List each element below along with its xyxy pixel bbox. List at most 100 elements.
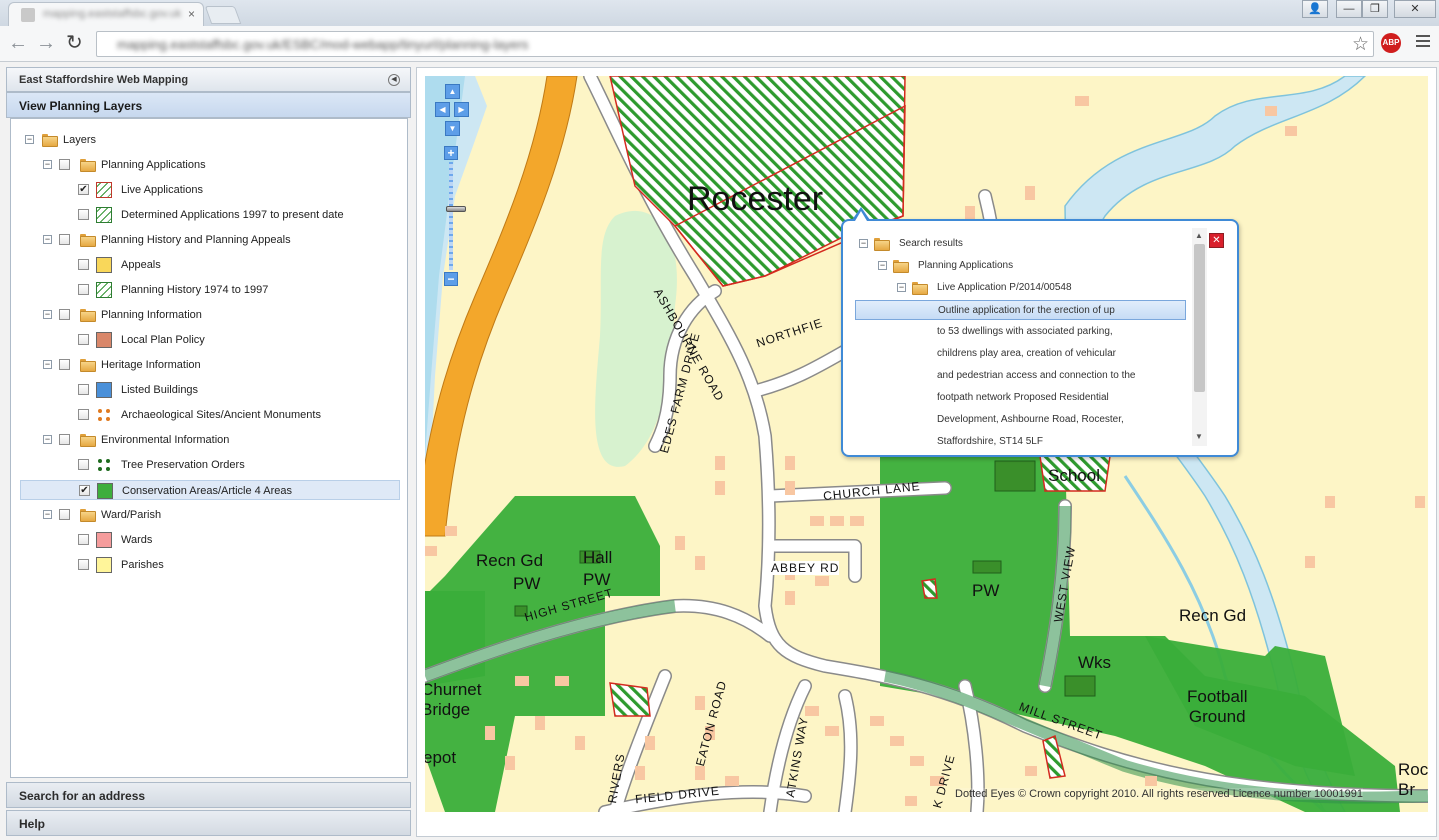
- collapse-toggle-icon[interactable]: −: [43, 435, 52, 444]
- layer-checkbox[interactable]: [78, 209, 89, 220]
- tree-layer-item[interactable]: Listed Buildings: [11, 380, 391, 400]
- tree-layer-item[interactable]: ✔ Live Applications: [11, 180, 391, 200]
- layer-checkbox[interactable]: [78, 259, 89, 270]
- popup-row-label: and pedestrian access and connection to …: [937, 370, 1136, 381]
- collapse-toggle-icon[interactable]: −: [43, 360, 52, 369]
- group-checkbox[interactable]: [59, 309, 70, 320]
- tree-layer-item[interactable]: Parishes: [11, 555, 391, 575]
- tree-layer-item[interactable]: Planning History 1974 to 1997: [11, 280, 391, 300]
- group-checkbox[interactable]: [59, 509, 70, 520]
- group-checkbox[interactable]: [59, 359, 70, 370]
- popup-row-label: Staffordshire, ST14 5LF: [937, 436, 1043, 447]
- forward-icon[interactable]: →: [36, 32, 56, 54]
- layer-checkbox[interactable]: [78, 409, 89, 420]
- collapse-toggle-icon[interactable]: −: [43, 310, 52, 319]
- tree-group-label: Planning Applications: [101, 159, 206, 171]
- user-icon[interactable]: 👤: [1302, 0, 1328, 18]
- tree-group[interactable]: − Planning Information: [11, 305, 391, 325]
- map-label-recn-gd-1: Recn Gd: [476, 551, 544, 570]
- url-text: mapping.eaststaffsbc.gov.uk/ESBC/mod-web…: [117, 37, 529, 52]
- bookmark-star-icon[interactable]: ☆: [1352, 33, 1369, 56]
- new-tab-button[interactable]: [204, 6, 242, 24]
- scroll-up-icon[interactable]: ▲: [1195, 231, 1203, 240]
- tree-layer-item[interactable]: Determined Applications 1997 to present …: [11, 205, 391, 225]
- popup-close-icon[interactable]: ✕: [1209, 233, 1224, 248]
- popup-description-line[interactable]: Outline application for the erection of …: [855, 300, 1186, 320]
- map-label-abbey-rd: ABBEY RD: [771, 561, 840, 575]
- folder-open-icon: [80, 234, 96, 247]
- pan-up-icon[interactable]: ▲: [445, 84, 460, 99]
- tree-layer-label: Tree Preservation Orders: [121, 459, 245, 471]
- pan-down-icon[interactable]: ▼: [445, 121, 460, 136]
- zoom-out-icon[interactable]: −: [444, 272, 458, 286]
- tree-layer-item[interactable]: Local Plan Policy: [11, 330, 391, 350]
- map-label-recn-gd-2: Recn Gd: [1179, 606, 1247, 625]
- layer-checkbox[interactable]: [78, 384, 89, 395]
- layer-checkbox[interactable]: [78, 284, 89, 295]
- collapse-toggle-icon[interactable]: −: [859, 239, 868, 248]
- app-title: East Staffordshire Web Mapping ◀: [6, 67, 411, 92]
- tree-layer-label: Determined Applications 1997 to present …: [121, 209, 344, 221]
- folder-open-icon: [912, 282, 928, 295]
- collapse-panel-icon[interactable]: ◀: [388, 74, 400, 86]
- popup-row-label: Development, Ashbourne Road, Rocester,: [937, 414, 1124, 425]
- tree-group[interactable]: − Planning Applications: [11, 155, 391, 175]
- pan-right-icon[interactable]: ▶: [454, 102, 469, 117]
- group-checkbox[interactable]: [59, 234, 70, 245]
- pan-left-icon[interactable]: ◀: [435, 102, 450, 117]
- tree-group[interactable]: − Planning History and Planning Appeals: [11, 230, 391, 250]
- collapse-toggle-icon[interactable]: −: [43, 235, 52, 244]
- layer-checkbox[interactable]: [78, 534, 89, 545]
- close-window-button[interactable]: ✕: [1394, 0, 1436, 18]
- accordion-help[interactable]: Help: [6, 810, 411, 836]
- tree-group[interactable]: − Environmental Information: [11, 430, 391, 450]
- zoom-slider-handle[interactable]: [446, 206, 466, 212]
- group-checkbox[interactable]: [59, 159, 70, 170]
- scroll-down-icon[interactable]: ▼: [1195, 432, 1203, 441]
- collapse-toggle-icon[interactable]: −: [878, 261, 887, 270]
- map-label-school: School: [1048, 466, 1100, 485]
- zoom-in-icon[interactable]: +: [444, 146, 458, 160]
- left-panel: East Staffordshire Web Mapping ◀ View Pl…: [6, 67, 411, 837]
- tree-layer-item[interactable]: ✔ Conservation Areas/Article 4 Areas: [20, 480, 400, 500]
- layer-checkbox[interactable]: ✔: [78, 184, 89, 195]
- zoom-slider[interactable]: [446, 162, 466, 270]
- layer-checkbox[interactable]: [78, 559, 89, 570]
- tree-layer-item[interactable]: Wards: [11, 530, 391, 550]
- popup-row-label: Live Application P/2014/00548: [937, 282, 1072, 293]
- tree-layer-item[interactable]: Tree Preservation Orders: [11, 455, 391, 475]
- layer-checkbox[interactable]: ✔: [79, 485, 90, 496]
- collapse-toggle-icon[interactable]: −: [897, 283, 906, 292]
- tree-layer-label: Parishes: [121, 559, 164, 571]
- tree-root-layers[interactable]: − Layers: [11, 130, 391, 150]
- tree-group[interactable]: − Heritage Information: [11, 355, 391, 375]
- layer-checkbox[interactable]: [78, 334, 89, 345]
- collapse-toggle-icon[interactable]: −: [43, 510, 52, 519]
- group-checkbox[interactable]: [59, 434, 70, 445]
- map-label-hall: Hall: [583, 548, 613, 567]
- adblock-icon[interactable]: ABP: [1381, 33, 1401, 53]
- popup-row-label: Planning Applications: [918, 260, 1014, 271]
- legend-swatch-icon: [96, 257, 112, 273]
- accordion-search-address[interactable]: Search for an address: [6, 782, 411, 808]
- scrollbar-thumb[interactable]: [1194, 244, 1205, 392]
- tree-layer-item[interactable]: Appeals: [11, 255, 391, 275]
- tab-close-icon[interactable]: ×: [188, 7, 195, 21]
- back-icon[interactable]: ←: [8, 32, 28, 54]
- reload-icon[interactable]: ↻: [66, 32, 83, 54]
- app-title-text: East Staffordshire Web Mapping: [19, 74, 189, 86]
- map-label-pw-1: PW: [513, 574, 541, 593]
- browser-menu-icon[interactable]: [1416, 35, 1430, 50]
- tree-group[interactable]: − Ward/Parish: [11, 505, 391, 525]
- collapse-toggle-icon[interactable]: −: [25, 135, 34, 144]
- collapse-toggle-icon[interactable]: −: [43, 160, 52, 169]
- tree-layer-item[interactable]: Archaeological Sites/Ancient Monuments: [11, 405, 391, 425]
- layer-tree: − Layers − Planning Applications ✔ Live Appli…: [10, 118, 408, 778]
- restore-button[interactable]: ❐: [1362, 0, 1388, 18]
- address-bar[interactable]: mapping.eaststaffsbc.gov.uk/ESBC/mod-web…: [96, 31, 1374, 57]
- minimize-button[interactable]: —: [1336, 0, 1362, 18]
- browser-tab[interactable]: mapping.eaststaffsbc.gov.uk ×: [8, 2, 204, 26]
- popup-scrollbar[interactable]: ▲ ▼: [1192, 228, 1207, 446]
- accordion-view-planning-layers[interactable]: View Planning Layers: [6, 92, 411, 118]
- layer-checkbox[interactable]: [78, 459, 89, 470]
